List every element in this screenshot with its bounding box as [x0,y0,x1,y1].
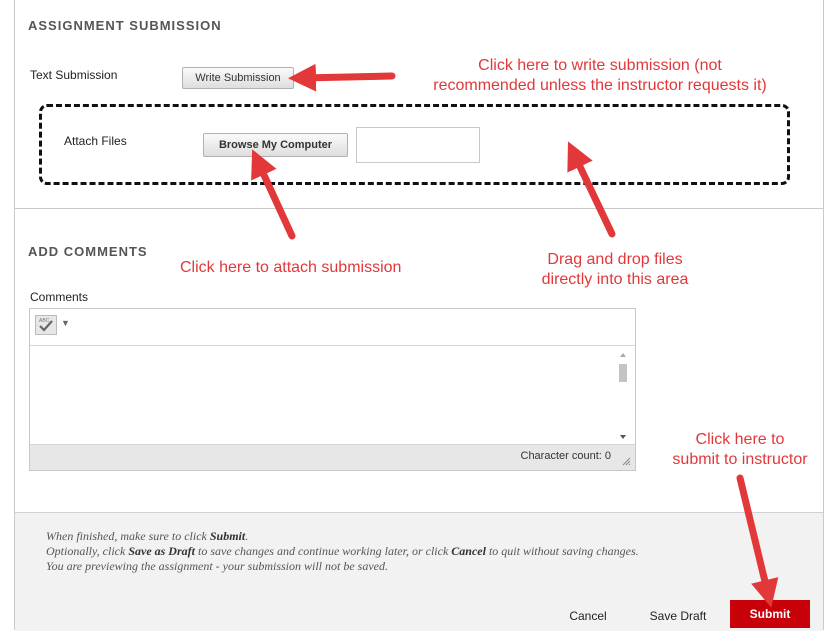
spellcheck-dropdown-icon[interactable]: ▼ [61,318,70,328]
write-annotation-line-1: Click here to write submission (not [478,57,722,74]
drag-drop-annotation: Drag and drop files directly into this a… [510,250,720,290]
write-submission-annotation: Click here to write submission (not reco… [372,56,825,96]
instruction-line-1: When finished, make sure to click Submit… [46,529,249,543]
drag-annotation-line-1: Drag and drop files [547,251,683,268]
scroll-thumb[interactable] [619,364,627,382]
resize-handle-icon[interactable] [622,457,631,466]
submit-annotation: Click here to submit to instructor [650,430,825,470]
comments-editor[interactable]: ABC ▼ Character count: 0 [29,308,636,471]
submit-annotation-line-1: Click here to [695,431,785,448]
submit-annotation-line-2: submit to instructor [672,451,808,468]
attach-files-label: Attach Files [64,134,127,148]
write-submission-button[interactable]: Write Submission [182,67,294,89]
add-comments-heading: ADD COMMENTS [28,244,148,259]
submit-button[interactable]: Submit [730,600,810,628]
spellcheck-icon: ABC [39,318,53,332]
browse-my-computer-button[interactable]: Browse My Computer [203,133,348,157]
scroll-down-icon[interactable] [620,435,626,439]
editor-scrollbar[interactable] [617,351,629,441]
comments-label: Comments [30,290,89,304]
spellcheck-button[interactable]: ABC [35,315,57,335]
attach-annotation: Click here to attach submission [180,259,402,276]
scroll-up-icon[interactable] [620,353,626,357]
cancel-button[interactable]: Cancel [560,603,616,628]
section-divider [15,208,823,209]
editor-status-bar: Character count: 0 [30,444,635,470]
character-count: Character count: 0 [520,450,612,462]
assignment-submission-heading: ASSIGNMENT SUBMISSION [28,18,222,33]
text-submission-label: Text Submission [30,68,118,82]
instruction-line-2: Optionally, click Save as Draft to save … [46,544,639,558]
drag-annotation-line-2: directly into this area [541,271,689,288]
file-drop-field[interactable] [356,127,480,163]
instruction-line-3: You are previewing the assignment - your… [46,559,388,573]
editor-toolbar: ABC ▼ [30,309,635,346]
write-annotation-line-2: recommended unless the instructor reques… [433,77,767,94]
svg-text:ABC: ABC [39,318,50,324]
save-draft-button[interactable]: Save Draft [638,603,718,628]
